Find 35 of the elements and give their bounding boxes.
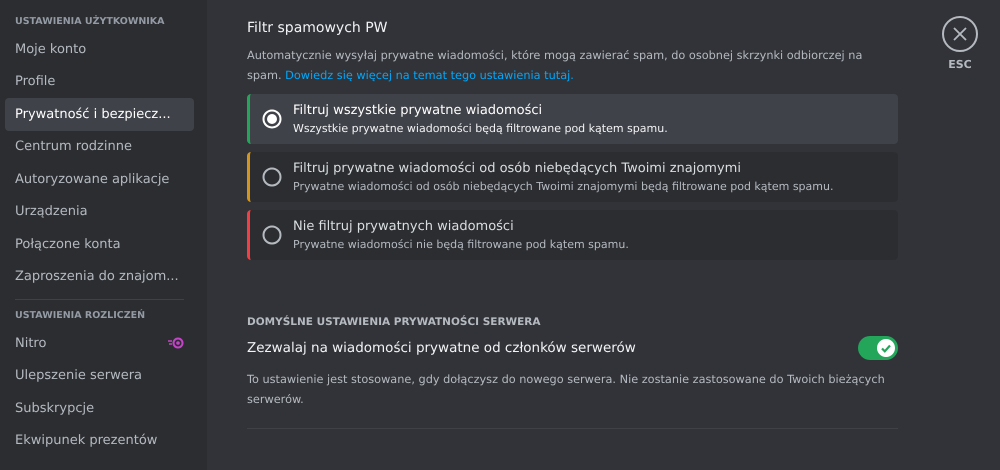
- option-description: Prywatne wiadomości od osób niebędących Twoimi znajomymi będą filtrowane pod kątem spamu.: [293, 180, 834, 193]
- section-title: Filtr spamowych PW: [247, 20, 389, 36]
- sidebar-item[interactable]: Ekwipunek prezentów: [5, 424, 194, 457]
- toggle-switch[interactable]: [858, 336, 898, 360]
- learn-more-link[interactable]: Dowiedz się więcej na temat tego ustawienia tutaj.: [285, 69, 574, 82]
- option-title: Filtruj prywatne wiadomości od osób niebędących Twoimi znajomymi: [293, 161, 742, 176]
- section-header: DOMYŚLNE USTAWIENIA PRYWATNOŚCI SERWERA: [247, 316, 542, 328]
- radio-option[interactable]: Filtruj prywatne wiadomości od osób niebędących Twoimi znajomymi Prywatne wiadomości od osób niebędących Twoimi znajomymi będą filtrowane pod kątem spamu.: [247, 152, 898, 202]
- sidebar-item[interactable]: Autoryzowane aplikacje: [5, 163, 194, 196]
- option-description: Prywatne wiadomości nie będą filtrowane pod kątem spamu.: [293, 238, 629, 251]
- sidebar-item[interactable]: Centrum rodzinne: [5, 130, 194, 163]
- sidebar-item[interactable]: Urządzenia: [5, 196, 194, 228]
- sidebar-item[interactable]: Zaproszenia do znajom...: [5, 260, 194, 293]
- option-title: Nie filtruj prywatnych wiadomości: [293, 219, 515, 234]
- description-text: Automatycznie wysyłaj prywatne wiadomości, które mogą zawierać spam, do osobnej skrzynki odbiorczej na spam. Dowiedz się więcej na temat tego ustawienia tutaj.: [247, 48, 864, 84]
- close-icon: [953, 27, 967, 41]
- sidebar-item[interactable]: Moje konto: [5, 33, 194, 66]
- close-button[interactable]: [942, 16, 978, 52]
- sidebar-item[interactable]: Nitro: [5, 327, 194, 360]
- radio-option[interactable]: Filtruj wszystkie prywatne wiadomości Wszystkie prywatne wiadomości będą filtrowane pod kątem spamu.: [247, 94, 898, 144]
- radio-option[interactable]: Nie filtruj prywatnych wiadomości Prywatne wiadomości nie będą filtrowane pod kątem spamu.: [247, 210, 898, 260]
- radio-button[interactable]: [262, 225, 282, 245]
- sidebar-item[interactable]: Ulepszenie serwera: [5, 360, 194, 392]
- esc-label: ESC: [948, 58, 972, 71]
- sidebar-item[interactable]: Prywatność i bezpiecz...: [5, 98, 194, 130]
- section-header: USTAWIENIA UŻYTKOWNIKA: [14, 14, 166, 29]
- radio-button[interactable]: [262, 167, 282, 187]
- sidebar-item[interactable]: Subskrypcje: [5, 392, 194, 424]
- setting-description: To ustawienie jest stosowane, gdy dołączysz do nowego serwera. Nie zostanie zastosowane do Twoich bieżących serwerów.: [247, 370, 898, 429]
- section-header: USTAWIENIA ROZLICZEŃ: [14, 308, 146, 323]
- setting-label: Zezwalaj na wiadomości prywatne od członków serwerów: [247, 340, 636, 356]
- sidebar-item[interactable]: Połączone konta: [5, 228, 194, 260]
- option-title: Filtruj wszystkie prywatne wiadomości: [293, 103, 544, 118]
- option-description: Wszystkie prywatne wiadomości będą filtrowane pod kątem spamu.: [293, 122, 668, 135]
- sidebar-item[interactable]: Profile: [5, 66, 194, 98]
